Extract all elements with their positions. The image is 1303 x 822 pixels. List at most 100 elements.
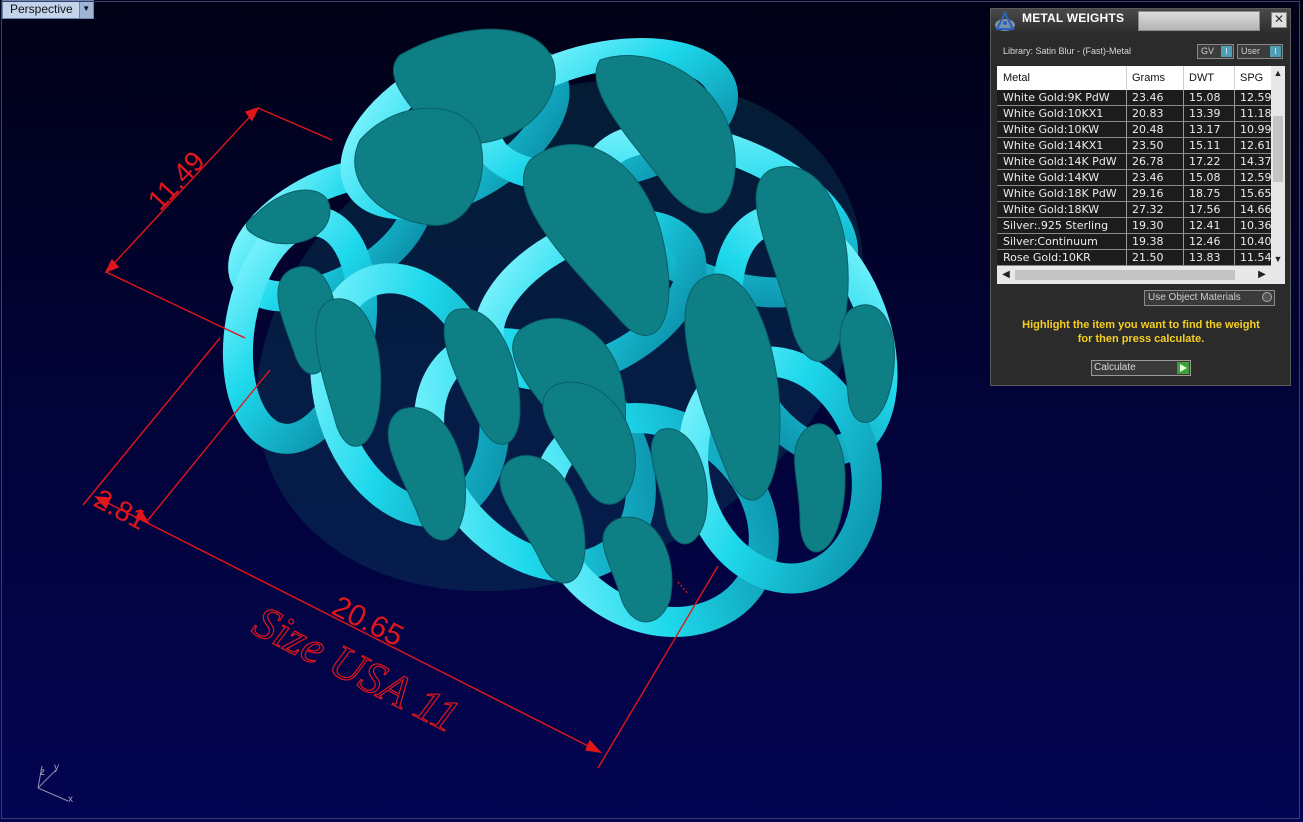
cell-dwt: 17.22 bbox=[1189, 155, 1221, 168]
axis-x-label: x bbox=[68, 794, 73, 805]
viewport-title[interactable]: Perspective bbox=[3, 1, 79, 18]
table-row[interactable]: Silver:Continuum 19.38 12.46 10.40 bbox=[997, 234, 1271, 250]
gv-toggle-label: GV bbox=[1201, 46, 1215, 56]
library-label: Library: Satin Blur - (Fast)-Metal bbox=[1003, 46, 1132, 56]
cell-metal: White Gold:18K PdW bbox=[1003, 187, 1117, 200]
col-grams-header[interactable]: Grams bbox=[1132, 72, 1165, 84]
table-row[interactable]: White Gold:14KW 23.46 15.08 12.59 bbox=[997, 170, 1271, 186]
ring-model bbox=[222, 28, 898, 638]
use-object-materials-option[interactable]: Use Object Materials bbox=[1144, 290, 1275, 306]
cell-divider bbox=[1183, 90, 1184, 106]
user-toggle-switch-icon[interactable]: I bbox=[1270, 46, 1281, 57]
col-divider[interactable] bbox=[1183, 66, 1184, 90]
cell-metal: White Gold:14KW bbox=[1003, 171, 1100, 184]
cell-divider bbox=[1126, 90, 1127, 106]
cell-divider bbox=[1234, 90, 1235, 106]
cell-metal: White Gold:18KW bbox=[1003, 203, 1100, 216]
table-row[interactable]: White Gold:18KW 27.32 17.56 14.66 bbox=[997, 202, 1271, 218]
cell-metal: White Gold:9K PdW bbox=[1003, 91, 1110, 104]
cell-divider bbox=[1234, 186, 1235, 202]
col-divider[interactable] bbox=[1126, 66, 1127, 90]
table-row[interactable]: White Gold:14K PdW 26.78 17.22 14.37 bbox=[997, 154, 1271, 170]
table-row[interactable]: White Gold:14KX1 23.50 15.11 12.61 bbox=[997, 138, 1271, 154]
axis-widget: x y z bbox=[37, 762, 73, 805]
cell-metal: White Gold:10KX1 bbox=[1003, 107, 1104, 120]
cell-divider bbox=[1234, 138, 1235, 154]
close-icon[interactable]: ✕ bbox=[1271, 12, 1287, 28]
cell-grams: 23.46 bbox=[1132, 91, 1164, 104]
radio-icon[interactable] bbox=[1262, 292, 1272, 302]
table-row[interactable]: Silver:.925 Sterling 19.30 12.41 10.36 bbox=[997, 218, 1271, 234]
play-icon[interactable] bbox=[1177, 362, 1189, 374]
scroll-down-icon[interactable]: ▼ bbox=[1271, 252, 1285, 266]
cell-divider bbox=[1126, 122, 1127, 138]
cell-grams: 23.50 bbox=[1132, 139, 1164, 152]
titlebar-drag-area[interactable] bbox=[1138, 11, 1260, 31]
cell-divider bbox=[1183, 122, 1184, 138]
calculate-label: Calculate bbox=[1094, 362, 1136, 373]
scrollbar-thumb[interactable] bbox=[1273, 116, 1283, 182]
cell-divider bbox=[1126, 202, 1127, 218]
cell-divider bbox=[1183, 186, 1184, 202]
cell-divider bbox=[1183, 218, 1184, 234]
metal-weights-panel[interactable]: METAL WEIGHTS ✕ Library: Satin Blur - (F… bbox=[990, 8, 1291, 386]
cell-divider bbox=[1126, 138, 1127, 154]
cell-dwt: 15.11 bbox=[1189, 139, 1221, 152]
cell-spg: 12.59 bbox=[1240, 91, 1271, 104]
scroll-right-icon[interactable]: ▶ bbox=[1255, 268, 1269, 282]
viewport-tab[interactable]: Perspective ▼ bbox=[2, 0, 94, 19]
scrollbar-thumb[interactable] bbox=[1015, 270, 1235, 280]
cell-spg: 11.18 bbox=[1240, 107, 1271, 120]
viewport-menu-dropdown[interactable]: ▼ bbox=[78, 1, 93, 18]
scroll-left-icon[interactable]: ◀ bbox=[999, 268, 1013, 282]
horizontal-scrollbar[interactable]: ◀ ▶ bbox=[997, 266, 1285, 284]
cell-divider bbox=[1126, 186, 1127, 202]
cell-dwt: 12.41 bbox=[1189, 219, 1221, 232]
metal-weights-table[interactable]: Metal Grams DWT SPG White Gold:9K PdW 23.… bbox=[997, 66, 1285, 284]
cell-metal: Silver:Continuum bbox=[1003, 235, 1098, 248]
cell-divider bbox=[1234, 202, 1235, 218]
table-row[interactable]: White Gold:10KX1 20.83 13.39 11.18 bbox=[997, 106, 1271, 122]
cell-spg: 15.65 bbox=[1240, 187, 1271, 200]
cell-grams: 19.30 bbox=[1132, 219, 1164, 232]
scroll-up-icon[interactable]: ▲ bbox=[1271, 66, 1285, 80]
table-row[interactable]: White Gold:18K PdW 29.16 18.75 15.65 bbox=[997, 186, 1271, 202]
col-dwt-header[interactable]: DWT bbox=[1189, 72, 1214, 84]
user-toggle[interactable]: User I bbox=[1237, 44, 1283, 59]
table-row[interactable]: Rose Gold:10KR 21.50 13.83 11.54 bbox=[997, 250, 1271, 266]
cell-spg: 12.59 bbox=[1240, 171, 1271, 184]
panel-titlebar[interactable]: METAL WEIGHTS ✕ bbox=[991, 9, 1290, 33]
cell-grams: 29.16 bbox=[1132, 187, 1164, 200]
cell-divider bbox=[1126, 250, 1127, 266]
cell-grams: 26.78 bbox=[1132, 155, 1164, 168]
col-metal-header[interactable]: Metal bbox=[1003, 72, 1030, 84]
cell-divider bbox=[1234, 154, 1235, 170]
instruction-line-1: Highlight the item you want to find the … bbox=[1022, 319, 1260, 331]
cell-metal: White Gold:14K PdW bbox=[1003, 155, 1117, 168]
cell-dwt: 17.56 bbox=[1189, 203, 1221, 216]
cell-dwt: 15.08 bbox=[1189, 91, 1221, 104]
cell-spg: 14.66 bbox=[1240, 203, 1271, 216]
cell-divider bbox=[1126, 234, 1127, 250]
vertical-scrollbar[interactable]: ▲ ▼ bbox=[1271, 66, 1285, 266]
cell-dwt: 13.17 bbox=[1189, 123, 1221, 136]
gv-toggle-switch-icon[interactable]: I bbox=[1221, 46, 1232, 57]
cell-spg: 10.36 bbox=[1240, 219, 1271, 232]
table-body[interactable]: White Gold:9K PdW 23.46 15.08 12.59 White Go… bbox=[997, 90, 1271, 266]
gv-toggle[interactable]: GV I bbox=[1197, 44, 1234, 59]
calculate-button[interactable]: Calculate bbox=[1091, 360, 1191, 376]
col-divider[interactable] bbox=[1234, 66, 1235, 90]
table-row[interactable]: White Gold:9K PdW 23.46 15.08 12.59 bbox=[997, 90, 1271, 106]
col-spg-header[interactable]: SPG bbox=[1240, 72, 1263, 84]
cell-grams: 27.32 bbox=[1132, 203, 1164, 216]
cell-spg: 10.40 bbox=[1240, 235, 1271, 248]
table-row[interactable]: White Gold:10KW 20.48 13.17 10.99 bbox=[997, 122, 1271, 138]
cell-spg: 14.37 bbox=[1240, 155, 1271, 168]
instruction-text: Highlight the item you want to find the … bbox=[999, 318, 1283, 346]
cell-metal: Rose Gold:10KR bbox=[1003, 251, 1091, 264]
user-toggle-label: User bbox=[1241, 46, 1261, 56]
cell-divider bbox=[1183, 234, 1184, 250]
axis-y-label: y bbox=[54, 762, 59, 773]
cell-metal: Silver:.925 Sterling bbox=[1003, 219, 1109, 232]
cell-divider bbox=[1234, 106, 1235, 122]
